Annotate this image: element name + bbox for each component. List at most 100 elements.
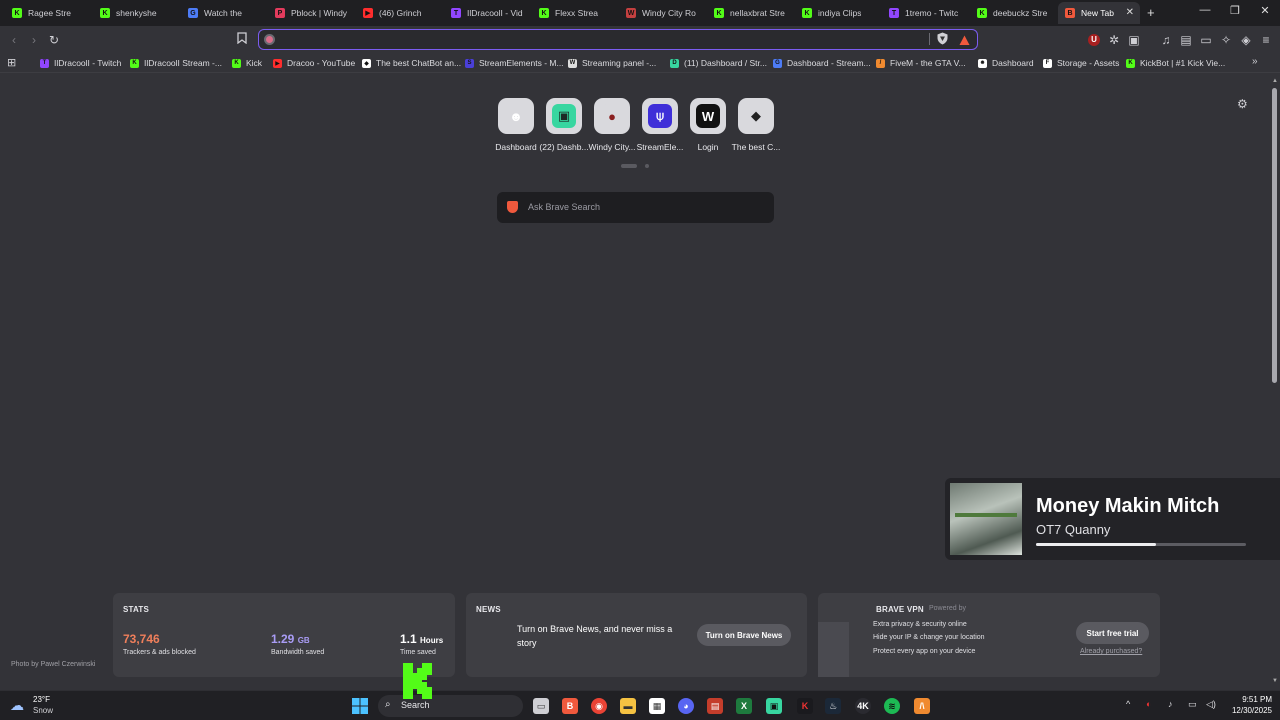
volume-icon[interactable]: ◁)	[1206, 699, 1216, 710]
leo-ai-icon[interactable]: ✧	[1218, 32, 1234, 48]
reload-icon[interactable]: ↻	[46, 32, 62, 48]
bookmark-label: Dashboard	[992, 58, 1034, 68]
tab-item[interactable]: Kshenkyshe	[93, 2, 177, 24]
trackers-blocked-label: Trackers & ads blocked	[123, 649, 196, 656]
new-tab-button[interactable]: +	[1147, 5, 1155, 20]
tab-item[interactable]: B New Tab ✕	[1058, 2, 1140, 24]
bookmark-item[interactable]: ▶ Dracoo - YouTube	[273, 56, 355, 70]
streamlabs-icon[interactable]: ▣	[766, 698, 782, 714]
top-site-tile[interactable]: ◆ The best C...	[731, 98, 781, 152]
spotify-icon[interactable]: ≋	[884, 698, 900, 714]
windows-start-icon[interactable]	[352, 698, 368, 714]
apps-grid-icon[interactable]: ⊞	[7, 56, 16, 69]
tab-item[interactable]: G Watch the	[181, 2, 265, 24]
scroll-down-icon[interactable]: ▼	[1272, 678, 1278, 684]
tab-item[interactable]: ▶ (46) Grinch	[356, 2, 440, 24]
tab-item[interactable]: Kindiya Clips	[795, 2, 879, 24]
already-purchased-link[interactable]: Already purchased?	[1080, 648, 1142, 655]
turn-on-news-button[interactable]: Turn on Brave News	[697, 624, 791, 646]
store-icon[interactable]: ▦	[649, 698, 665, 714]
bookmark-item[interactable]: T IlDracoolI - Twitch	[40, 56, 121, 70]
wallet-icon[interactable]: ▭	[1198, 32, 1214, 48]
close-tab-icon[interactable]: ✕	[1126, 7, 1134, 18]
media-player-widget[interactable]: Money Makin Mitch OT7 Quanny	[945, 478, 1280, 560]
top-sites-page-indicator[interactable]	[645, 164, 649, 168]
brave-search-box[interactable]: Ask Brave Search	[497, 192, 774, 223]
tab-item[interactable]: K Ragee Stre	[5, 2, 89, 24]
tab-item[interactable]: T 1tremo - Twitc	[882, 2, 966, 24]
start-free-trial-button[interactable]: Start free trial	[1076, 622, 1149, 644]
taskbar-time[interactable]: 9:51 PM	[1232, 695, 1272, 704]
bookmark-label: KickBot | #1 Kick Vie...	[1140, 58, 1226, 68]
bookmark-item[interactable]: / FiveM - the GTA V...	[876, 56, 966, 70]
toolbar: ‹ › ↻ U ✲ ▣ ♫ ▤ ▭ ✧ ◈ ≡	[0, 26, 1280, 53]
bookmark-item[interactable]: G Dashboard - Stream...	[773, 56, 871, 70]
bookmark-item[interactable]: K Kick	[232, 56, 262, 70]
customize-gear-icon[interactable]: ⚙	[1237, 97, 1248, 111]
media-progress-bar[interactable]	[1036, 543, 1246, 546]
bookmarks-overflow-icon[interactable]: »	[1252, 56, 1258, 67]
steam-icon[interactable]: ♨	[825, 698, 841, 714]
bookmark-item[interactable]: ☻ Dashboard	[978, 56, 1034, 70]
scrollbar-thumb[interactable]	[1272, 88, 1277, 383]
network-icon[interactable]: ▭	[1188, 699, 1197, 710]
sidebar-icon[interactable]: ▤	[1178, 32, 1194, 48]
bookmark-favicon: D	[670, 58, 679, 68]
bookmark-item[interactable]: D (11) Dashboard / Str...	[670, 56, 767, 70]
xsplit-icon[interactable]: K	[797, 698, 813, 714]
microphone-icon[interactable]: ♪	[1168, 699, 1173, 709]
close-window-button[interactable]: ✕	[1250, 4, 1280, 17]
brave-shields-icon[interactable]	[937, 32, 948, 45]
tab-item[interactable]: T IlDracoolI - Vid	[444, 2, 528, 24]
ublock-icon[interactable]: U	[1088, 34, 1100, 46]
weather-condition[interactable]: Snow	[33, 706, 53, 715]
menu-icon[interactable]: ≡	[1258, 32, 1274, 48]
forward-icon[interactable]: ›	[26, 32, 42, 48]
scroll-up-icon[interactable]: ▲	[1272, 78, 1278, 84]
tab-favicon: T	[451, 8, 461, 18]
bookmark-item[interactable]: K IlDracoolI Stream -...	[130, 56, 222, 70]
weather-snow-icon[interactable]: ☁	[10, 697, 24, 714]
address-bar[interactable]	[258, 29, 978, 50]
bookmarks-bar: ⊞ T IlDracoolI - Twitch K IlDracoolI Stream…	[0, 53, 1280, 73]
back-icon[interactable]: ‹	[6, 32, 22, 48]
bookmark-item[interactable]: S StreamElements - M...	[465, 56, 564, 70]
vpn-icon[interactable]: ◈	[1238, 32, 1254, 48]
chrome-taskbar-icon[interactable]: ◉	[591, 698, 607, 714]
tray-app-icon[interactable]: ◐	[1146, 699, 1151, 709]
bookmark-icon[interactable]	[234, 32, 250, 48]
excel-icon[interactable]: X	[736, 698, 752, 714]
media-icon[interactable]: ♫	[1158, 32, 1174, 48]
tray-overflow-icon[interactable]: ^	[1126, 699, 1130, 709]
tab-favicon: K	[12, 8, 22, 18]
photo-credit[interactable]: Photo by Pawel Czerwinski	[11, 661, 95, 668]
tab-item[interactable]: K Flexx Strea	[532, 2, 616, 24]
restore-button[interactable]: ❐	[1220, 4, 1250, 17]
tab-item[interactable]: Kdeebuckz Stre	[970, 2, 1054, 24]
tab-item[interactable]: P Pblock | Windy	[268, 2, 352, 24]
file-explorer-icon[interactable]: ▬	[620, 698, 636, 714]
bookmark-label: Dashboard - Stream...	[787, 58, 871, 68]
tab-item[interactable]: W Windy City Ro	[619, 2, 703, 24]
minimize-button[interactable]: —	[1190, 4, 1220, 16]
site-info-icon[interactable]	[264, 34, 275, 45]
bookmark-item[interactable]: W Streaming panel -...	[568, 56, 656, 70]
tab-item[interactable]: Knellaxbrat Stre	[707, 2, 791, 24]
discord-icon[interactable]: ◕	[678, 698, 694, 714]
taskbar-date[interactable]: 12/30/2025	[1222, 706, 1272, 715]
brave-taskbar-icon[interactable]: B	[562, 698, 578, 714]
weather-temp[interactable]: 23°F	[33, 695, 50, 704]
winrar-icon[interactable]: ▤	[707, 698, 723, 714]
bookmark-item[interactable]: F Storage - Assets	[1043, 56, 1119, 70]
bookmark-item[interactable]: K KickBot | #1 Kick Vie...	[1126, 56, 1225, 70]
bookmark-item[interactable]: ◆ The best ChatBot an...	[362, 56, 461, 70]
extensions-icon[interactable]: ✲	[1106, 32, 1122, 48]
top-sites-page-indicator-active[interactable]	[621, 164, 637, 168]
task-view-icon[interactable]: ▭	[533, 698, 549, 714]
address-input[interactable]	[281, 32, 921, 47]
screenshot-icon[interactable]: ▣	[1126, 32, 1142, 48]
brave-rewards-icon[interactable]	[959, 33, 970, 45]
fivem-icon[interactable]: /\	[914, 698, 930, 714]
4k-downloader-icon[interactable]: 4K	[855, 698, 871, 714]
taskbar-search[interactable]: ⌕ Search	[378, 695, 523, 717]
